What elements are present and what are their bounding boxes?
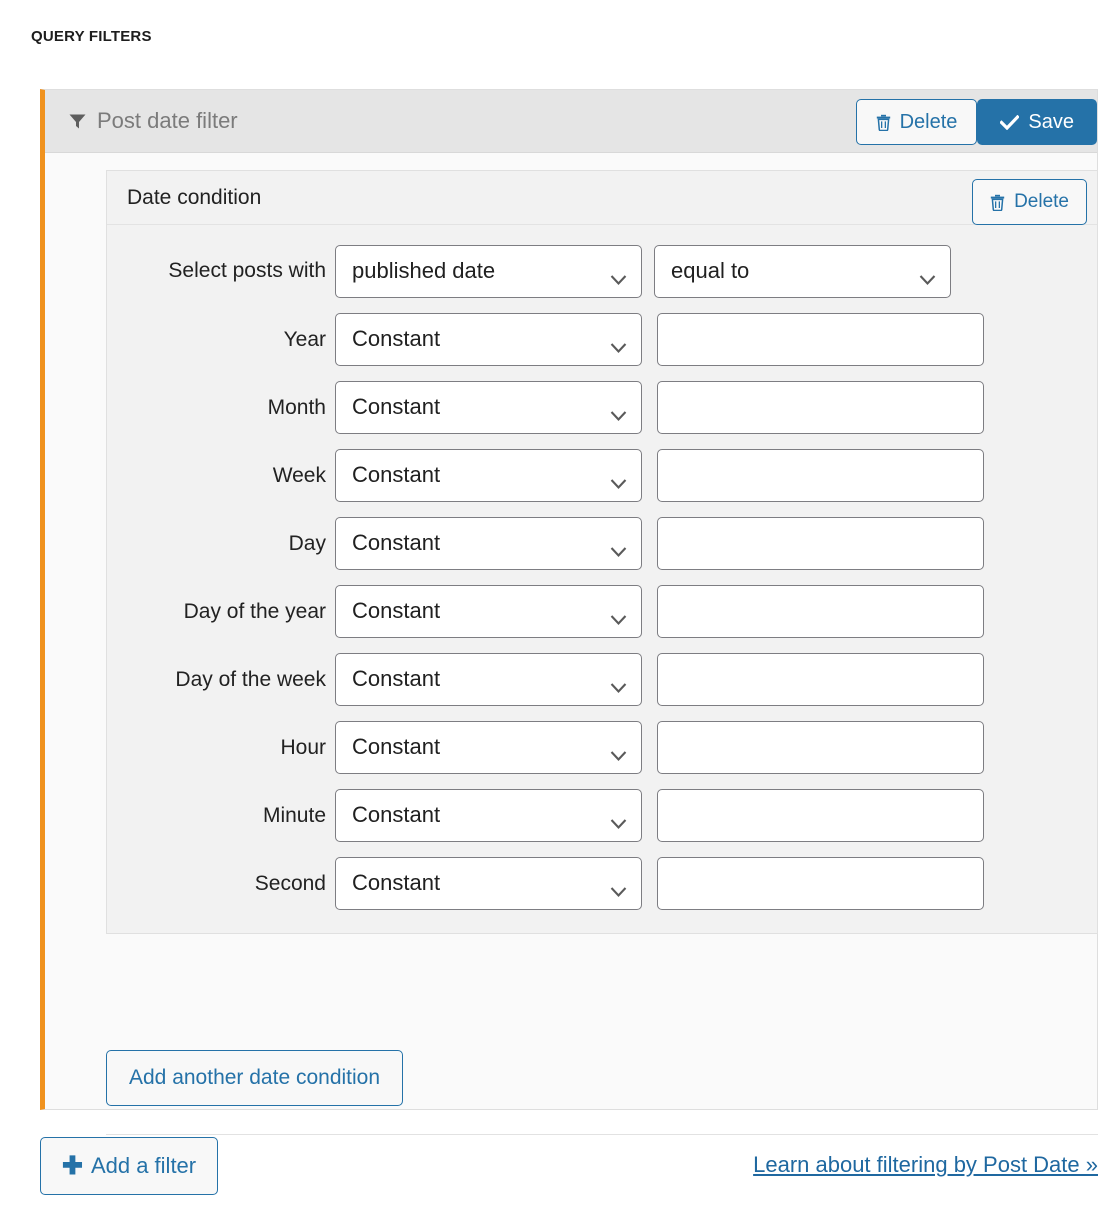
filter-panel-actions: Delete Save	[856, 90, 1097, 153]
chevron-down-icon	[610, 810, 627, 821]
date-condition-header: Date condition Delete	[107, 171, 1097, 225]
chevron-down-icon	[610, 402, 627, 413]
date-field-value-input[interactable]	[657, 313, 984, 366]
filter-icon	[69, 113, 86, 130]
date-field-mode-value: Constant	[352, 530, 440, 556]
filter-panel-header: Post date filter Delete	[45, 90, 1097, 153]
date-field-mode-value: Constant	[352, 326, 440, 352]
date-field-row: Year Constant	[107, 305, 1097, 373]
trash-icon	[990, 194, 1005, 211]
chevron-down-icon	[610, 470, 627, 481]
date-field-value-input[interactable]	[657, 585, 984, 638]
date-field-mode-value: Constant	[352, 666, 440, 692]
chevron-down-icon	[919, 266, 936, 277]
plus-icon: ✚	[62, 1154, 83, 1179]
select-posts-with-row: Select posts with published date equal t…	[107, 237, 1097, 305]
add-another-date-condition-label: Add another date condition	[129, 1066, 380, 1090]
post-date-filter-panel: Post date filter Delete	[40, 89, 1098, 1110]
date-condition-body: Select posts with published date equal t…	[107, 225, 1097, 933]
delete-filter-button[interactable]: Delete	[856, 99, 978, 145]
date-field-label: Day of the year	[107, 601, 335, 622]
date-field-mode-select[interactable]: Constant	[335, 517, 642, 570]
date-field-value-input[interactable]	[657, 721, 984, 774]
chevron-down-icon	[610, 606, 627, 617]
date-field-value-input[interactable]	[657, 449, 984, 502]
date-field-mode-value: Constant	[352, 870, 440, 896]
delete-condition-button[interactable]: Delete	[972, 179, 1087, 225]
page-title: QUERY FILTERS	[31, 28, 152, 45]
date-field-label: Year	[107, 329, 335, 350]
date-operator-select[interactable]: equal to	[654, 245, 951, 298]
date-field-mode-value: Constant	[352, 598, 440, 624]
learn-link-row: Learn about filtering by Post Date »	[106, 1152, 1098, 1178]
date-field-row: Minute Constant	[107, 781, 1097, 849]
date-field-value-input[interactable]	[657, 381, 984, 434]
date-field-mode-select[interactable]: Constant	[335, 313, 642, 366]
filter-panel-footer: Add another date condition Learn about f…	[106, 1050, 1098, 1178]
date-field-value-input[interactable]	[657, 789, 984, 842]
chevron-down-icon	[610, 266, 627, 277]
date-field-mode-value: Constant	[352, 802, 440, 828]
date-field-label: Month	[107, 397, 335, 418]
date-field-row: Week Constant	[107, 441, 1097, 509]
chevron-down-icon	[610, 538, 627, 549]
date-field-row: Day Constant	[107, 509, 1097, 577]
date-field-row: Day of the week Constant	[107, 645, 1097, 713]
add-a-filter-button[interactable]: ✚ Add a filter	[40, 1137, 218, 1195]
add-another-date-condition-button[interactable]: Add another date condition	[106, 1050, 403, 1106]
save-filter-button[interactable]: Save	[977, 99, 1097, 145]
date-field-row: Day of the year Constant	[107, 577, 1097, 645]
date-field-label: Week	[107, 465, 335, 486]
date-field-label: Minute	[107, 805, 335, 826]
select-posts-with-label: Select posts with	[107, 259, 335, 283]
date-field-row: Second Constant	[107, 849, 1097, 917]
date-field-label: Hour	[107, 737, 335, 758]
date-condition-title: Date condition	[127, 186, 261, 210]
footer-divider	[106, 1134, 1098, 1135]
query-filters-page: QUERY FILTERS Post date filter	[0, 0, 1116, 1226]
date-field-mode-value: Constant	[352, 394, 440, 420]
date-field-rows: YearConstantMonthConstantWeekConstantDay…	[107, 305, 1097, 917]
trash-icon	[876, 114, 891, 131]
chevron-down-icon	[610, 878, 627, 889]
learn-about-post-date-link[interactable]: Learn about filtering by Post Date »	[753, 1152, 1098, 1177]
date-operator-value: equal to	[671, 258, 749, 284]
date-field-row: Hour Constant	[107, 713, 1097, 781]
date-field-label: Day of the week	[107, 669, 335, 690]
chevron-down-icon	[610, 674, 627, 685]
date-field-value-input[interactable]	[657, 653, 984, 706]
date-field-mode-select[interactable]: Constant	[335, 721, 642, 774]
date-condition-box: Date condition Delete	[106, 170, 1098, 934]
date-field-mode-select[interactable]: Constant	[335, 449, 642, 502]
date-field-mode-select[interactable]: Constant	[335, 653, 642, 706]
chevron-down-icon	[610, 334, 627, 345]
date-field-label: Day	[107, 533, 335, 554]
date-field-mode-value: Constant	[352, 462, 440, 488]
check-icon	[1000, 115, 1019, 130]
date-field-mode-value: Constant	[352, 734, 440, 760]
date-field-value-input[interactable]	[657, 857, 984, 910]
date-type-select[interactable]: published date	[335, 245, 642, 298]
date-field-mode-select[interactable]: Constant	[335, 857, 642, 910]
add-a-filter-label: Add a filter	[91, 1153, 196, 1179]
date-field-mode-select[interactable]: Constant	[335, 381, 642, 434]
date-field-label: Second	[107, 873, 335, 894]
date-field-mode-select[interactable]: Constant	[335, 585, 642, 638]
delete-filter-label: Delete	[900, 111, 958, 134]
chevron-down-icon	[610, 742, 627, 753]
date-field-value-input[interactable]	[657, 517, 984, 570]
filter-panel-title: Post date filter	[97, 108, 238, 134]
delete-condition-label: Delete	[1014, 191, 1069, 213]
save-filter-label: Save	[1028, 111, 1074, 134]
date-field-row: Month Constant	[107, 373, 1097, 441]
date-type-value: published date	[352, 258, 495, 284]
date-field-mode-select[interactable]: Constant	[335, 789, 642, 842]
